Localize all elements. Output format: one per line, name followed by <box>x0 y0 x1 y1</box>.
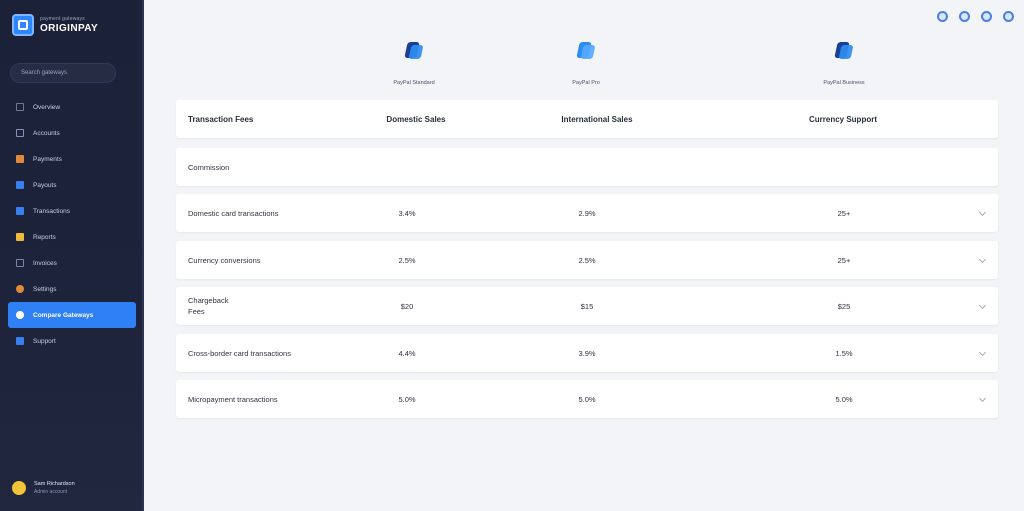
row-value: 25+ <box>837 255 851 265</box>
card-icon <box>16 155 24 163</box>
chevron-down-icon[interactable] <box>978 394 987 403</box>
row-value: 2.5% <box>578 255 596 265</box>
row-value: 2.9% <box>578 208 596 218</box>
wallet-icon <box>16 181 24 189</box>
header-label: Transaction Fees <box>188 114 254 124</box>
row-label: Currency conversions <box>188 255 261 265</box>
row-label: Micropayment transactions <box>188 394 278 404</box>
list-icon <box>16 207 24 215</box>
header-col-2: International Sales <box>561 114 633 124</box>
sidebar-nav: Overview Accounts Payments Payouts Trans… <box>8 94 136 354</box>
user-role: Admin account <box>34 489 68 495</box>
table-row[interactable]: Micropayment transactions 5.0% 5.0% 5.0% <box>176 380 998 418</box>
table-row[interactable]: Currency conversions 2.5% 2.5% 25+ <box>176 241 998 279</box>
user-name: Sam Richardson <box>34 481 75 487</box>
chevron-down-icon[interactable] <box>978 255 987 264</box>
row-label: Chargeback Fees <box>188 287 328 325</box>
provider-name: PayPal Business <box>823 80 865 86</box>
row-value: $20 <box>400 301 414 311</box>
table-row[interactable]: Cross-border card transactions 4.4% 3.9%… <box>176 334 998 372</box>
row-value: 5.0% <box>835 394 853 404</box>
sidebar-item-label: Overview <box>33 103 61 111</box>
gear-icon <box>16 285 24 293</box>
logo-icon <box>12 14 34 36</box>
sidebar-item-label: Payouts <box>33 181 57 189</box>
paypal-logo-icon <box>576 40 596 62</box>
sidebar-item-label: Accounts <box>33 129 60 137</box>
brand[interactable]: payment gateways ORIGINPAY <box>12 14 98 36</box>
top-toolbar <box>937 11 1014 22</box>
sidebar-item-label: Compare Gateways <box>33 311 94 319</box>
row-value: 3.9% <box>578 348 596 358</box>
search-input[interactable]: Search gateways <box>10 63 116 83</box>
sidebar-item-transactions[interactable]: Transactions <box>8 198 136 224</box>
paypal-logo-icon <box>834 40 854 62</box>
provider-name: PayPal Standard <box>393 80 435 86</box>
sidebar-item-accounts[interactable]: Accounts <box>8 120 136 146</box>
sidebar-item-label: Support <box>33 337 56 345</box>
sidebar-item-label: Reports <box>33 233 56 241</box>
grid-icon <box>16 103 24 111</box>
section-title: Commission <box>188 162 230 172</box>
sidebar-item-reports[interactable]: Reports <box>8 224 136 250</box>
table-section-row: Commission <box>176 148 998 186</box>
chevron-down-icon[interactable] <box>978 348 987 357</box>
provider-name: PayPal Pro <box>572 80 600 86</box>
chevron-down-icon[interactable] <box>978 301 987 310</box>
sidebar-item-label: Payments <box>33 155 62 163</box>
compare-icon <box>16 311 24 319</box>
sidebar-item-overview[interactable]: Overview <box>8 94 136 120</box>
sidebar-item-payments[interactable]: Payments <box>8 146 136 172</box>
row-value: 1.5% <box>835 348 853 358</box>
sidebar: payment gateways ORIGINPAY Search gatewa… <box>0 0 144 511</box>
row-value: 25+ <box>837 208 851 218</box>
settings-icon[interactable] <box>959 11 970 22</box>
bell-icon[interactable] <box>937 11 948 22</box>
sidebar-item-invoices[interactable]: Invoices <box>8 250 136 276</box>
sidebar-item-settings[interactable]: Settings <box>8 276 136 302</box>
sidebar-item-payouts[interactable]: Payouts <box>8 172 136 198</box>
row-label-line: Chargeback <box>188 296 229 305</box>
sidebar-item-support[interactable]: Support <box>8 328 136 354</box>
row-value: 5.0% <box>578 394 596 404</box>
paypal-logo-icon <box>404 40 424 62</box>
users-icon <box>16 129 24 137</box>
row-value: 5.0% <box>398 394 416 404</box>
user-profile[interactable]: Sam Richardson Admin account <box>12 481 75 495</box>
row-label-line: Fees <box>188 307 205 316</box>
table-row[interactable]: Domestic card transactions 3.4% 2.9% 25+ <box>176 194 998 232</box>
row-value: $15 <box>580 301 594 311</box>
brand-subtitle: payment gateways <box>40 16 85 22</box>
row-value: $25 <box>837 301 851 311</box>
document-icon <box>16 259 24 267</box>
provider-column-1[interactable]: PayPal Standard <box>354 40 474 86</box>
help-icon[interactable] <box>981 11 992 22</box>
sidebar-item-compare-gateways[interactable]: Compare Gateways <box>8 302 136 328</box>
provider-column-2[interactable]: PayPal Pro <box>526 40 646 86</box>
sidebar-item-label: Transactions <box>33 207 70 215</box>
avatar <box>12 481 26 495</box>
chart-icon <box>16 233 24 241</box>
provider-column-3[interactable]: PayPal Business <box>784 40 904 86</box>
sidebar-item-label: Invoices <box>33 259 57 267</box>
table-row[interactable]: Chargeback Fees $20 $15 $25 <box>176 287 998 325</box>
sidebar-item-label: Settings <box>33 285 57 293</box>
row-label: Domestic card transactions <box>188 208 279 218</box>
chevron-down-icon[interactable] <box>978 208 987 217</box>
row-label: Cross-border card transactions <box>188 348 291 358</box>
profile-icon[interactable] <box>1003 11 1014 22</box>
row-value: 3.4% <box>398 208 416 218</box>
brand-name: ORIGINPAY <box>40 23 99 34</box>
row-value: 4.4% <box>398 348 416 358</box>
table-header-row: Transaction Fees Domestic Sales Internat… <box>176 100 998 138</box>
header-col-1: Domestic Sales <box>386 114 446 124</box>
help-icon <box>16 337 24 345</box>
row-value: 2.5% <box>398 255 416 265</box>
header-col-3: Currency Support <box>808 114 877 124</box>
